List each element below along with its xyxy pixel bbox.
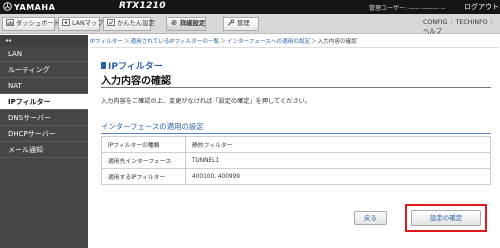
breadcrumb-separator: ＞ xyxy=(123,39,130,45)
gear-icon xyxy=(171,19,177,26)
table-row: IPフィルターの種類 静的フィルター xyxy=(101,136,491,153)
top-links: CONFIG | TECHINFO |ヘルプ xyxy=(423,19,500,35)
setting-value: 400100, 400999 xyxy=(185,168,491,185)
setting-value: 静的フィルター xyxy=(185,136,491,153)
brand-logo: YAMAHA xyxy=(3,2,55,12)
sidebar-collapse-toggle[interactable]: ◂◂ xyxy=(0,35,88,46)
dashboard-icon xyxy=(6,19,14,26)
divider xyxy=(101,133,491,134)
setting-label: IPフィルターの種類 xyxy=(101,136,186,153)
help-link[interactable]: ヘルプ xyxy=(423,28,442,35)
wrench-icon xyxy=(228,19,235,26)
link-separator: | xyxy=(490,19,493,26)
tab-label: LANマップ xyxy=(72,20,104,27)
easy-setup-icon xyxy=(107,19,115,26)
brand-name: YAMAHA xyxy=(14,3,56,12)
setting-label: 適用するIPフィルター xyxy=(101,168,186,185)
page-title: 入力内容の確認 xyxy=(101,76,171,87)
tab-management[interactable]: 管理 xyxy=(223,17,259,31)
router-model: RTX1210 xyxy=(119,1,166,11)
breadcrumb-link-interface-apply[interactable]: インターフェースへの適用の設定 xyxy=(227,39,310,45)
sidebar-item-lan[interactable]: LAN xyxy=(0,46,88,62)
instruction-text: 入力内容をご確認の上、変更がなければ「設定の確定」を押してください。 xyxy=(101,98,312,105)
divider xyxy=(101,87,491,88)
lan-map-icon xyxy=(62,19,70,26)
heading-marker-icon xyxy=(101,62,106,69)
page-subtitle-text: IPフィルター xyxy=(108,62,163,72)
logout-link[interactable]: ログアウト xyxy=(464,2,499,12)
tab-easy-setup[interactable]: かんたん設定 xyxy=(103,17,155,31)
confirm-settings-button[interactable]: 設定の確定 xyxy=(411,210,481,226)
sidebar-item-mail-notification[interactable]: メール通知 xyxy=(0,142,88,158)
divider xyxy=(90,47,498,48)
breadcrumb-current: 入力内容の確認 xyxy=(317,39,357,45)
page-subtitle: IPフィルター xyxy=(101,59,163,72)
tab-dashboard[interactable]: ダッシュボード xyxy=(2,17,60,31)
tab-label: 管理 xyxy=(237,20,250,27)
section-title: インターフェースの適用の設定 xyxy=(101,122,204,131)
tab-bar: ダッシュボード LANマップ かんたん設定 詳細設定 管理 CONFIG | TEC… xyxy=(0,14,500,35)
top-bar: YAMAHA RTX1210 管理ユーザー: ----- -------- --… xyxy=(0,0,500,14)
sidebar-item-nat[interactable]: NAT xyxy=(0,78,88,94)
breadcrumb-separator: ＞ xyxy=(220,39,226,45)
sidebar-item-dhcp-server[interactable]: DHCPサーバー xyxy=(0,126,88,142)
breadcrumb-link-applied-filters[interactable]: 適用されているIPフィルターの一覧 xyxy=(131,39,220,45)
setting-value: TUNNEL1 xyxy=(185,152,491,169)
link-separator: | xyxy=(450,19,453,26)
sidebar-item-dns-server[interactable]: DNSサーバー xyxy=(0,110,88,126)
techinfo-link[interactable]: TECHINFO xyxy=(456,19,488,26)
table-row: 適用先インターフェース TUNNEL1 xyxy=(101,152,491,169)
tab-label: ダッシュボード xyxy=(16,20,61,27)
config-link[interactable]: CONFIG xyxy=(423,19,447,26)
setting-label: 適用先インターフェース xyxy=(101,152,186,169)
tab-label: かんたん設定 xyxy=(117,20,155,27)
user-info: 管理ユーザー: ----- -------- -- xyxy=(369,5,446,12)
back-button[interactable]: 戻る xyxy=(354,211,387,225)
breadcrumb-separator: ＞ xyxy=(311,39,317,45)
tab-lan-map[interactable]: LANマップ xyxy=(58,17,104,31)
tab-advanced-settings[interactable]: 詳細設定 xyxy=(166,17,206,31)
sidebar-item-routing[interactable]: ルーティング xyxy=(0,62,88,78)
yamaha-emblem-icon xyxy=(3,2,12,11)
sidebar-item-ip-filter[interactable]: IPフィルター xyxy=(0,94,88,110)
breadcrumb-link-ip-filter[interactable]: IPフィルター xyxy=(90,39,123,45)
sidebar: LAN ルーティング NAT IPフィルター DNSサーバー DHCPサーバー … xyxy=(0,46,88,248)
tab-label: 詳細設定 xyxy=(180,20,206,27)
breadcrumb: IPフィルター＞適用されているIPフィルターの一覧＞インターフェースへの適用の設… xyxy=(90,37,357,45)
table-row: 適用するIPフィルター 400100, 400999 xyxy=(101,168,491,185)
settings-table: IPフィルターの種類 静的フィルター 適用先インターフェース TUNNEL1 適… xyxy=(101,136,491,185)
